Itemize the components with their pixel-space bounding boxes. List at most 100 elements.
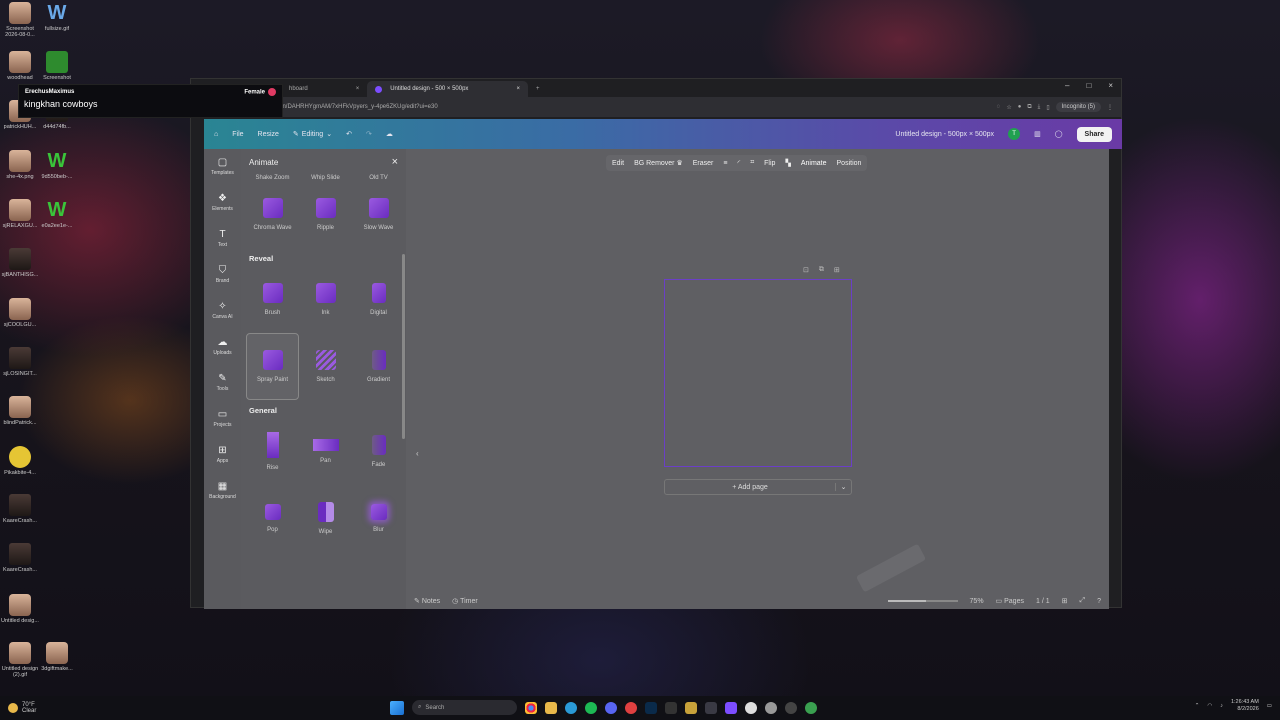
add-page-button[interactable]: + Add page: [665, 484, 835, 491]
desktop-icon[interactable]: Screenshot: [37, 51, 77, 81]
effect-gradient[interactable]: Gradient: [352, 333, 405, 400]
spotify-icon[interactable]: [585, 701, 597, 714]
desktop-icon[interactable]: sjLOSINGIT...: [0, 347, 40, 377]
file-explorer-icon[interactable]: [545, 701, 557, 714]
effect-wipe[interactable]: Wipe: [299, 485, 352, 552]
notes-button[interactable]: ✎ Notes: [414, 597, 440, 605]
desktop-icon[interactable]: We0a2ee1e-...: [37, 199, 77, 229]
url-field[interactable]: canva.com/design/DAHRHYgmAM/7xHFkVpyers_…: [233, 104, 990, 110]
notifications-icon[interactable]: ▭: [1267, 703, 1272, 710]
browser-menu-icon[interactable]: ⋮: [1107, 104, 1113, 111]
desktop-icon[interactable]: Untitled design (2).gif: [0, 642, 40, 679]
chrome-icon[interactable]: [525, 701, 537, 714]
corner-radius-icon[interactable]: ◜: [737, 159, 740, 167]
zoom-slider[interactable]: [887, 600, 958, 602]
desktop-icon[interactable]: sjBANTHISG...: [0, 248, 40, 278]
design-title[interactable]: Untitled design - 500px × 500px: [895, 131, 994, 138]
effect-sketch[interactable]: Sketch: [299, 333, 352, 400]
design-page[interactable]: [664, 279, 852, 467]
volume-icon[interactable]: ♪: [1220, 703, 1223, 710]
timer-button[interactable]: ◷ Timer: [452, 597, 478, 605]
app-icon[interactable]: [785, 701, 797, 714]
maximize-button[interactable]: □: [1086, 81, 1091, 90]
desktop-icon[interactable]: W 9d550beb-...: [37, 150, 77, 180]
zoom-level[interactable]: 75%: [970, 598, 984, 605]
editing-mode-dropdown[interactable]: ✎ Editing ⌄: [293, 130, 332, 139]
flip-button[interactable]: Flip: [764, 160, 775, 167]
grid-view-icon[interactable]: ⊞: [1062, 597, 1068, 605]
tab-canva-design[interactable]: Untitled design - 500 × 500px ×: [367, 81, 528, 97]
extensions-puzzle-icon[interactable]: ⧉: [1027, 104, 1031, 111]
eraser-button[interactable]: Eraser: [693, 160, 714, 167]
new-tab-button[interactable]: +: [528, 81, 548, 97]
app-icon[interactable]: [765, 701, 777, 714]
effect-slow-wave[interactable]: Slow Wave: [352, 181, 405, 248]
eye-off-icon[interactable]: ◌: [997, 104, 1001, 110]
desktop-icon[interactable]: woodhead: [0, 51, 40, 81]
file-menu[interactable]: File: [232, 131, 243, 138]
effect-ripple[interactable]: Ripple: [299, 181, 352, 248]
menu-lines-icon[interactable]: ≡: [723, 160, 727, 167]
desktop-icon[interactable]: sjRELAXGU...: [0, 199, 40, 229]
insights-icon[interactable]: ▥: [1034, 130, 1041, 138]
fullscreen-icon[interactable]: ⤢: [1079, 597, 1085, 605]
desktop-icon[interactable]: sjCOOLGU...: [0, 298, 40, 328]
desktop-icon[interactable]: Untitled desig...: [0, 594, 40, 624]
lock-icon[interactable]: ⊡: [803, 266, 809, 274]
desktop-icon[interactable]: she-4x.png: [0, 150, 40, 180]
tray-chevron-icon[interactable]: ⌃: [1195, 703, 1200, 710]
close-panel-button[interactable]: ×: [392, 156, 398, 168]
crop-icon[interactable]: ⌗: [750, 159, 754, 167]
effect-pop[interactable]: Pop: [246, 485, 299, 552]
comment-icon[interactable]: ◯: [1055, 130, 1063, 138]
rail-item-templates[interactable]: ▢ Templates: [204, 149, 241, 185]
duplicate-page-icon[interactable]: ⧉: [819, 266, 824, 274]
weather-widget[interactable]: 70°F Clear: [8, 702, 128, 714]
close-window-button[interactable]: ×: [1108, 81, 1113, 90]
discord-icon[interactable]: [605, 701, 617, 714]
rail-item-apps[interactable]: ⊞ Apps: [204, 437, 241, 473]
resize-button[interactable]: Resize: [258, 131, 279, 138]
app-icon[interactable]: [705, 701, 717, 714]
add-page-dropdown[interactable]: ⌄: [835, 483, 851, 491]
bookmark-star-icon[interactable]: ☆: [1006, 104, 1011, 111]
bg-remover-button[interactable]: BG Remover ♛: [634, 159, 683, 167]
extension-icon[interactable]: ●: [1018, 104, 1022, 110]
rail-item-projects[interactable]: ▭ Projects: [204, 401, 241, 437]
redo-icon[interactable]: ↷: [366, 130, 372, 138]
desktop-icon[interactable]: KaareCrash...: [0, 543, 40, 573]
terminal-icon[interactable]: [665, 701, 677, 714]
cloud-save-icon[interactable]: ☁: [386, 130, 393, 138]
desktop-icon[interactable]: Pikakbite-4...: [0, 446, 40, 476]
add-page-icon[interactable]: ⊞: [834, 266, 840, 274]
rail-item-brand[interactable]: ⛉ Brand: [204, 257, 241, 293]
minimize-button[interactable]: –: [1065, 81, 1069, 90]
effect-digital[interactable]: Digital: [352, 266, 405, 333]
undo-icon[interactable]: ↶: [346, 130, 352, 138]
edit-button[interactable]: Edit: [612, 160, 624, 167]
rail-item-text[interactable]: T Text: [204, 221, 241, 257]
close-tab-icon[interactable]: ×: [516, 86, 520, 92]
app-icon[interactable]: [745, 701, 757, 714]
rail-item-uploads[interactable]: ☁ Uploads: [204, 329, 241, 365]
animate-button[interactable]: Animate: [801, 160, 827, 167]
rail-item-canva-ai[interactable]: ✧ Canva AI: [204, 293, 241, 329]
clock[interactable]: 1:26:43 AM 8/2/2026: [1231, 699, 1259, 713]
desktop-icon[interactable]: Screenshot 2026-08-0...: [0, 2, 40, 39]
help-icon[interactable]: ?: [1097, 598, 1101, 605]
desktop-icon[interactable]: 3dgiftmake...: [37, 642, 77, 672]
windows-start-icon[interactable]: [390, 700, 404, 715]
desktop-icon[interactable]: blindPatrick...: [0, 396, 40, 426]
taskbar-search[interactable]: ⌕ Search: [412, 700, 517, 715]
photoshop-icon[interactable]: [645, 701, 657, 714]
share-button[interactable]: Share: [1076, 126, 1112, 142]
app-icon[interactable]: [685, 701, 697, 714]
position-button[interactable]: Position: [837, 160, 862, 167]
collapse-panel-icon[interactable]: ‹: [416, 449, 424, 465]
avatar[interactable]: T: [1008, 128, 1021, 140]
obs-icon[interactable]: [625, 701, 637, 714]
effect-brush[interactable]: Brush: [246, 266, 299, 333]
download-icon[interactable]: ⤓: [1038, 104, 1041, 111]
transparency-icon[interactable]: ▚: [785, 159, 790, 167]
panel-scrollbar[interactable]: [402, 254, 405, 439]
